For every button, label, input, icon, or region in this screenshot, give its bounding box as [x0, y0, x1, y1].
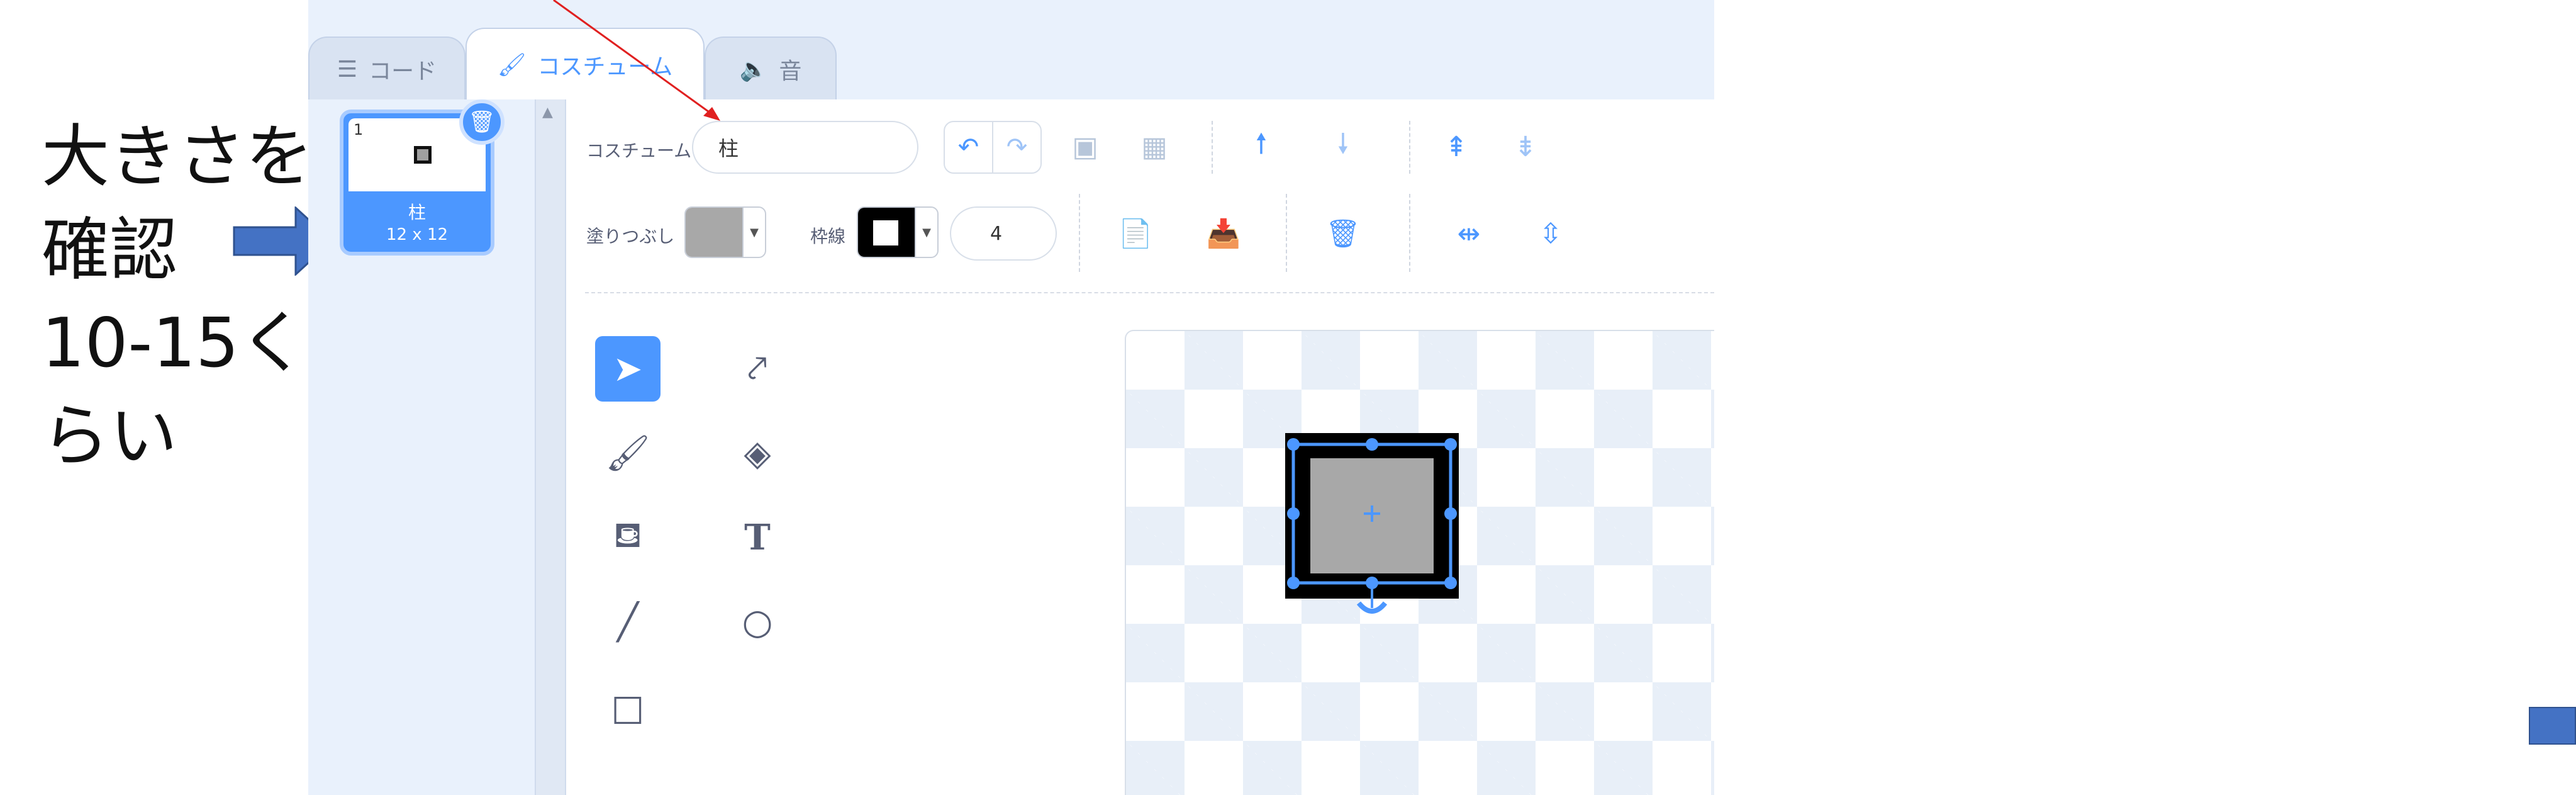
code-blocks-icon: ☰: [337, 56, 358, 82]
text-tool[interactable]: T: [725, 505, 790, 570]
costume-name-label: コスチューム: [586, 140, 692, 161]
resize-handle[interactable]: [1287, 438, 1300, 451]
backward-button[interactable]: 🠗: [1321, 125, 1365, 169]
trash-icon: 🗑: [468, 110, 496, 135]
toolbar-separator: [1409, 194, 1410, 272]
redo-icon: ↷: [1006, 133, 1028, 162]
outline-label: 枠線: [810, 226, 846, 247]
outline-color-picker[interactable]: ▼: [857, 206, 939, 258]
circle-tool[interactable]: ○: [725, 589, 790, 655]
slide-marker-shape: [2529, 707, 2576, 745]
copy-icon: 📄: [1118, 218, 1153, 250]
flip-horizontal-icon: ⇹: [1457, 217, 1481, 250]
forward-button[interactable]: 🠕: [1239, 125, 1283, 169]
backward-icon: 🠗: [1337, 127, 1349, 160]
ungroup-button[interactable]: ▦: [1132, 125, 1176, 169]
group-button[interactable]: ▣: [1063, 125, 1107, 169]
toolbar-separator: [1079, 194, 1080, 272]
costume-workspace: 1 柱 12 x 12 🗑 ▲ コスチューム 柱 ↶ ↷ ▣ ▦ 🠕 🠗 ⇞ ⇟…: [308, 99, 1714, 795]
toolbar-divider: [585, 292, 1714, 293]
chevron-down-icon: ▼: [742, 208, 765, 257]
resize-handle[interactable]: [1287, 507, 1300, 520]
text-icon: T: [744, 517, 771, 558]
trash-icon: 🗑: [1325, 218, 1361, 250]
back-button[interactable]: ⇟: [1503, 125, 1547, 169]
undo-icon: ↶: [957, 133, 979, 162]
annotation-line: らい: [42, 397, 178, 476]
fill-tool[interactable]: ⛾: [595, 505, 661, 570]
paint-editor: コスチューム 柱 ↶ ↷ ▣ ▦ 🠕 🠗 ⇞ ⇟ 塗りつぶし ▼ 枠線 ▼ 4 …: [566, 99, 1714, 795]
fill-label: 塗りつぶし: [586, 226, 675, 247]
costume-name-input[interactable]: 柱: [692, 121, 918, 174]
flip-horizontal-button[interactable]: ⇹: [1447, 211, 1491, 256]
rectangle-icon: □: [611, 687, 645, 728]
annotation-text: 大きさを 確認 10-15く らい: [42, 111, 314, 483]
eraser-icon: ◈: [744, 432, 771, 474]
resize-handle[interactable]: [1444, 507, 1457, 520]
tab-code[interactable]: ☰ コード: [308, 37, 466, 101]
editor-tab-bar: ☰ コード 🖌 コスチューム 🔈 音: [308, 28, 1714, 101]
forward-icon: 🠕: [1255, 127, 1268, 160]
resize-handle[interactable]: [1366, 438, 1378, 451]
resize-handle[interactable]: [1444, 438, 1457, 451]
paintbrush-icon: 🖌: [497, 52, 527, 78]
back-icon: ⇟: [1514, 130, 1537, 163]
line-tool[interactable]: ╱: [595, 589, 661, 655]
tab-sounds-label: 音: [779, 59, 802, 84]
undo-redo-group: ↶ ↷: [944, 121, 1042, 174]
circle-icon: ○: [742, 601, 773, 643]
reshape-tool[interactable]: ⤤: [725, 336, 790, 402]
front-icon: ⇞: [1444, 130, 1468, 163]
flip-vertical-button[interactable]: ⇳: [1529, 211, 1573, 256]
flip-vertical-icon: ⇳: [1539, 217, 1563, 250]
fill-color-picker[interactable]: ▼: [684, 206, 766, 258]
paste-icon: 📥: [1206, 218, 1241, 250]
scratch-editor: ☰ コード 🖌 コスチューム 🔈 音 1 柱 12 x 12 🗑 ▲ コスチュー…: [308, 0, 1714, 795]
outline-width-input[interactable]: 4: [950, 206, 1057, 261]
toolbar-separator: [1286, 194, 1287, 272]
rectangle-tool[interactable]: □: [595, 675, 661, 740]
outline-color-swatch: [858, 208, 915, 257]
costume-tile[interactable]: 1 柱 12 x 12 🗑: [340, 99, 505, 256]
delete-button[interactable]: 🗑: [1321, 211, 1365, 256]
arrow-cursor-icon: ➤: [613, 348, 643, 390]
paint-bucket-icon: ⛾: [613, 515, 642, 556]
costume-tile-name: 柱: [408, 202, 426, 223]
costume-tile-size: 12 x 12: [386, 225, 449, 244]
resize-handle[interactable]: [1444, 577, 1457, 589]
chevron-down-icon: ▼: [915, 208, 937, 257]
paste-button[interactable]: 📥: [1202, 211, 1246, 256]
annotation-pointer-line: [553, 0, 720, 121]
costume-thumbnail-image: [414, 146, 432, 164]
front-button[interactable]: ⇞: [1434, 125, 1478, 169]
costume-list: 1 柱 12 x 12 🗑: [308, 99, 536, 795]
annotation-line: 大きさを: [42, 118, 314, 196]
speaker-icon: 🔈: [739, 57, 768, 82]
reshape-icon: ⤤: [747, 348, 767, 389]
line-icon: ╱: [617, 601, 638, 643]
resize-handle[interactable]: [1287, 577, 1300, 589]
copy-button[interactable]: 📄: [1113, 211, 1157, 256]
tab-code-label: コード: [369, 59, 437, 84]
undo-button[interactable]: ↶: [945, 122, 992, 172]
brush-tool[interactable]: 🖌: [595, 420, 661, 486]
toolbar-separator: [1212, 121, 1213, 174]
canvas-shapes: [1285, 433, 1459, 614]
brush-icon: 🖌: [605, 433, 650, 474]
toolbar-separator: [1409, 121, 1410, 174]
costume-number: 1: [354, 121, 364, 138]
fill-color-swatch: [686, 208, 742, 257]
ungroup-icon: ▦: [1141, 130, 1168, 163]
costume-list-scrollbar[interactable]: ▲: [536, 99, 566, 795]
eraser-tool[interactable]: ◈: [725, 420, 790, 486]
paint-canvas[interactable]: [1125, 330, 1714, 795]
select-tool[interactable]: ➤: [595, 336, 661, 402]
redo-button[interactable]: ↷: [992, 122, 1040, 172]
delete-costume-button[interactable]: 🗑: [459, 99, 505, 145]
group-icon: ▣: [1072, 130, 1098, 163]
annotation-line: 10-15く: [42, 304, 307, 383]
